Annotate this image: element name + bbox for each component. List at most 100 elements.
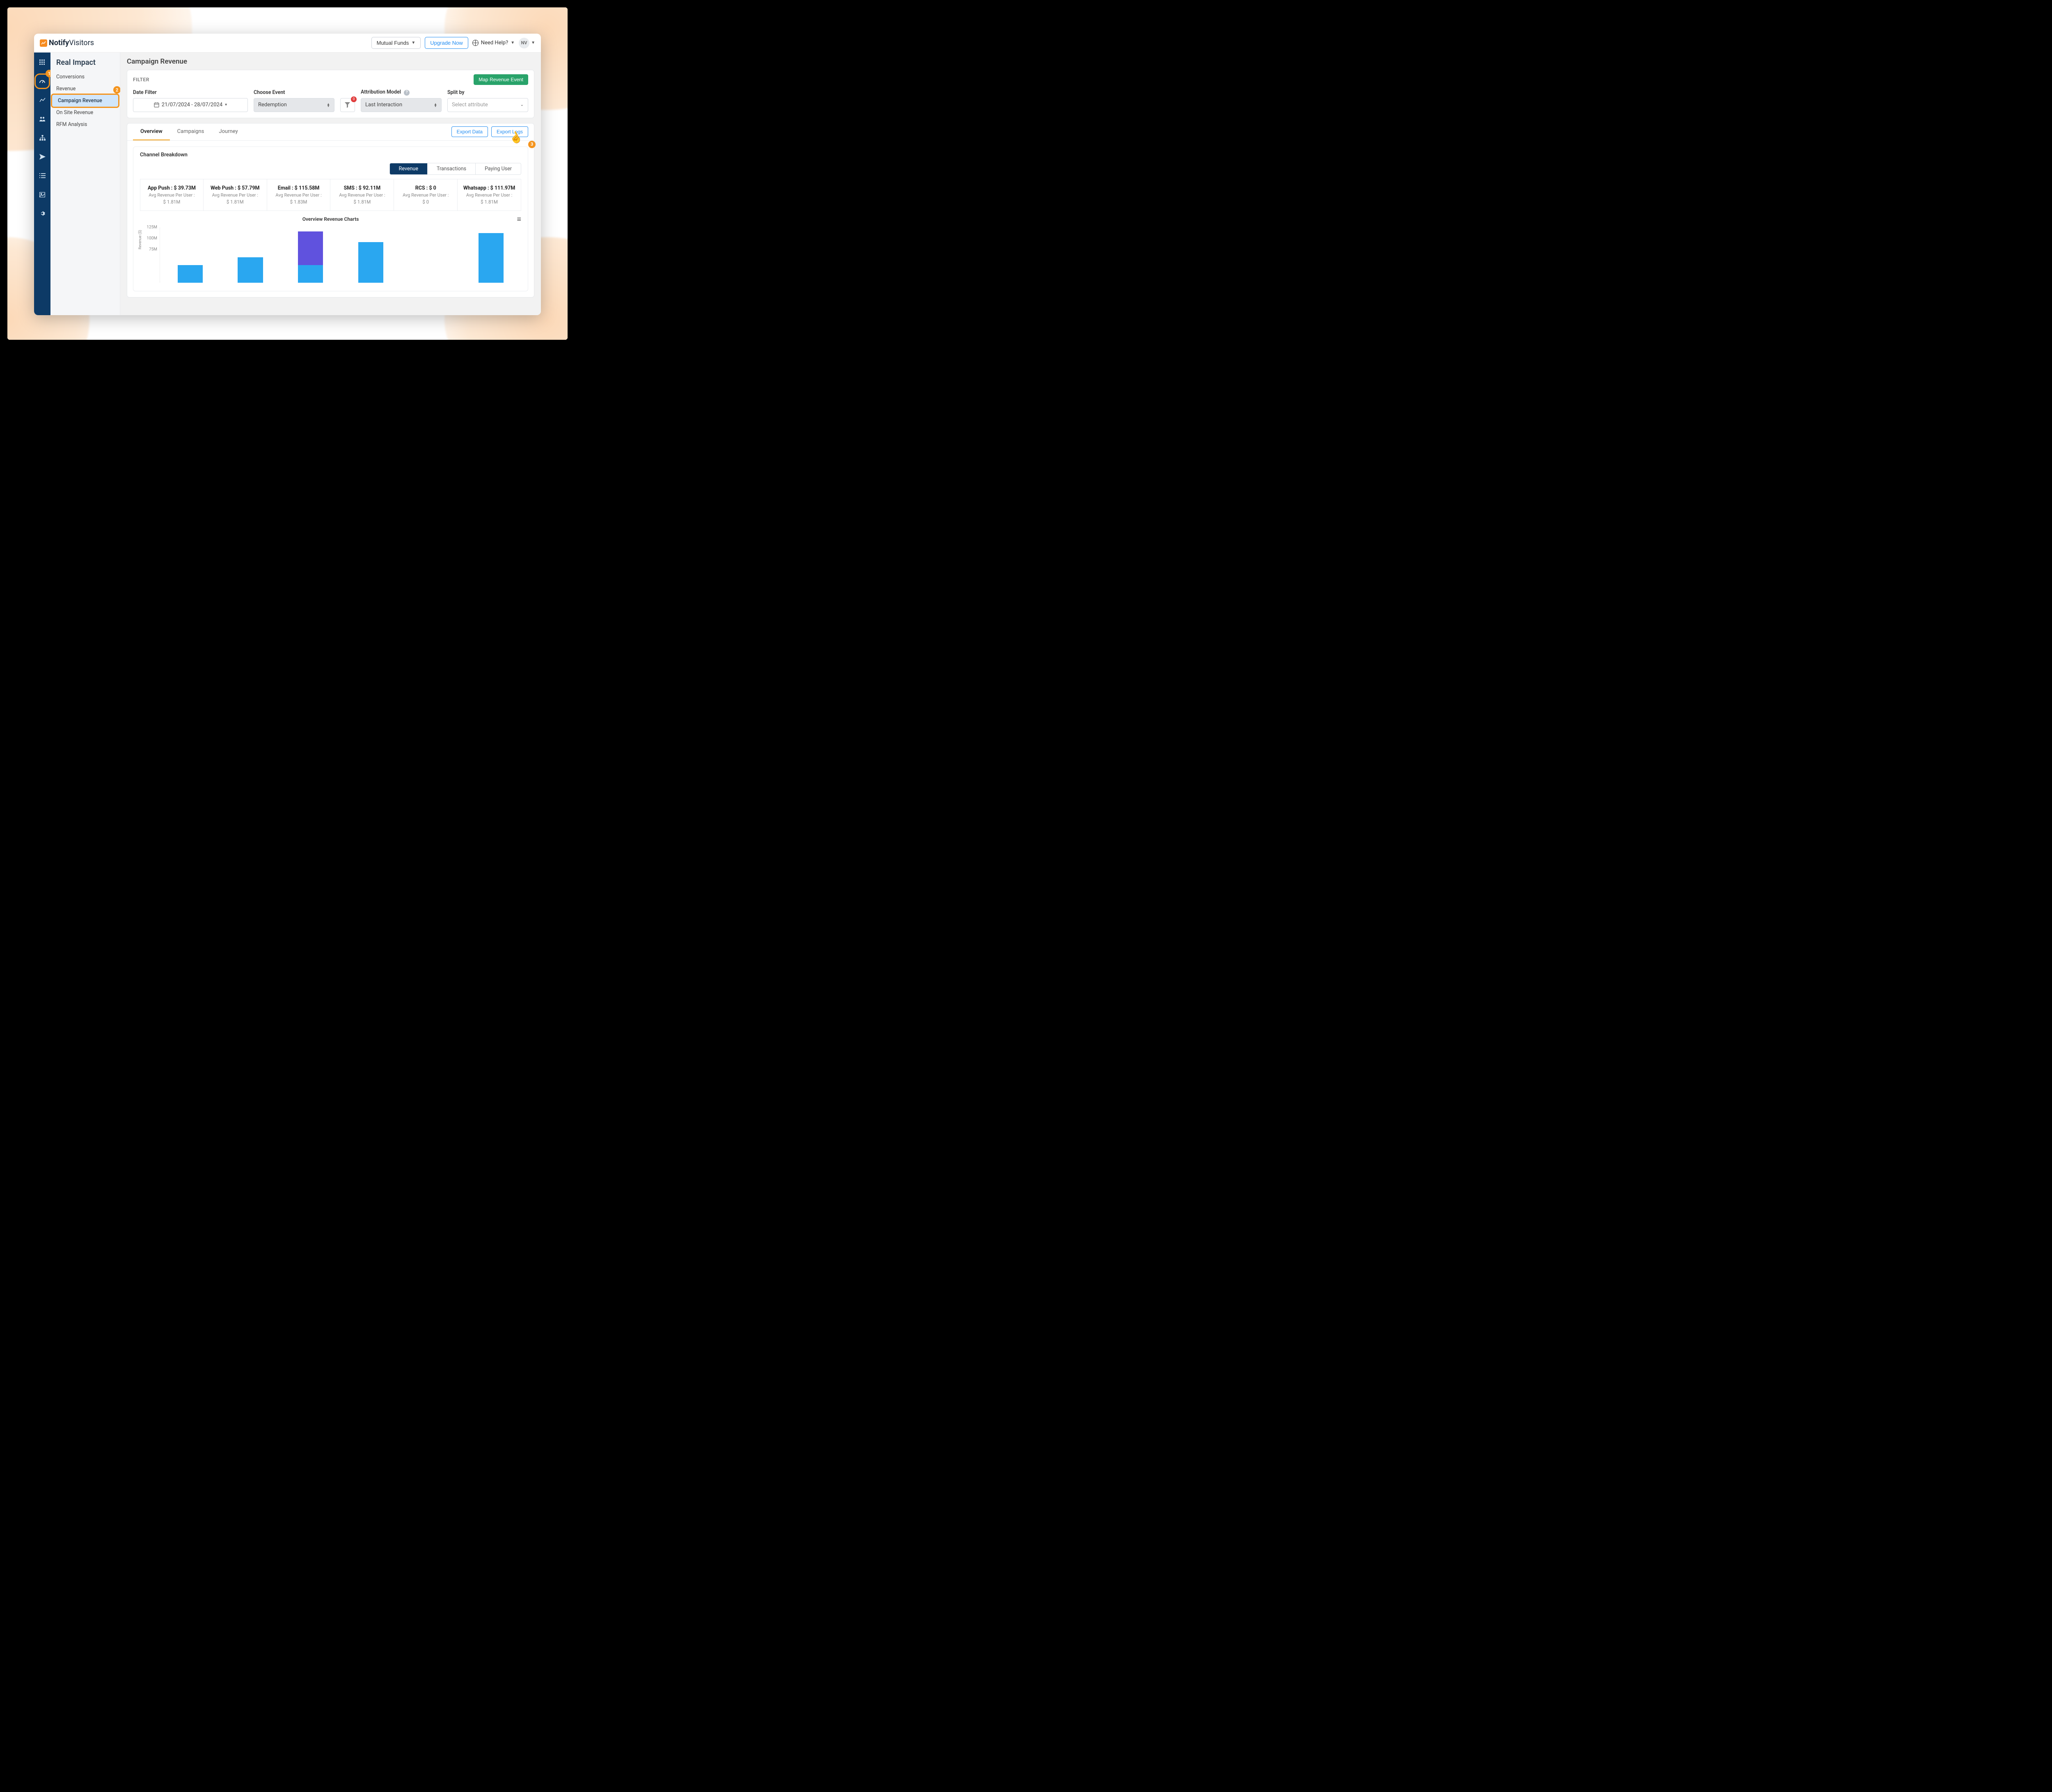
bar-whatsapp [479,233,504,283]
sidebar-title: Real Impact [50,57,120,71]
help-button[interactable]: Need Help? ▼ [472,40,515,46]
choose-event-select[interactable]: Redemption ▲▼ [254,98,334,112]
logo-icon [40,39,47,47]
stat-title: App Push : $ 39.73M [144,185,200,192]
help-icon[interactable]: ? [404,90,410,96]
sidebar-item-campaign-revenue[interactable]: Campaign Revenue [52,95,118,107]
tabs-card: Overview Campaigns Journey Export Data E… [127,123,534,298]
attribution-value: Last Interaction [365,102,402,108]
chart-title: Overview Revenue Charts [302,216,359,222]
tab-campaigns[interactable]: Campaigns [170,124,212,140]
calendar-icon [154,102,159,108]
tab-journey[interactable]: Journey [211,124,245,140]
stat-val: $ 1.83M [270,199,327,205]
date-filter-input[interactable]: 21/07/2024 - 28/07/2024 ▾ [133,98,248,112]
stat-sub: Avg Revenue Per User : [461,192,518,198]
callout-3: 3 [528,141,536,148]
stat-email: Email : $ 115.58M Avg Revenue Per User :… [267,179,331,211]
segment-revenue[interactable]: Revenue [390,163,427,174]
brand-bold: Notify [49,39,69,47]
rail-sitemap-icon[interactable] [37,133,47,143]
sidebar-item-rfm[interactable]: RFM Analysis [50,119,120,130]
segment-transactions[interactable]: Transactions [427,163,475,174]
segmented-control: Revenue Transactions Paying User [389,163,521,175]
stat-title: SMS : $ 92.11M [334,185,390,192]
filter-label: FILTER [133,77,149,82]
stat-grid: App Push : $ 39.73M Avg Revenue Per User… [140,179,521,211]
stat-title: RCS : $ 0 [397,185,454,192]
rail-settings-icon[interactable] [37,208,47,218]
caret-down-icon: ▾ [225,103,227,107]
split-by-label: Split by [447,89,528,96]
date-value: 21/07/2024 - 28/07/2024 [162,102,222,108]
attribution-model-label: Attribution Model ? [361,89,442,96]
account-selector-label: Mutual Funds [377,40,409,46]
brand-logo[interactable]: NotifyVisitors [40,39,94,47]
rail-users-icon[interactable] [37,114,47,124]
icon-rail: 1 [34,53,50,315]
rail-image-icon[interactable] [37,190,47,199]
rail-list-icon[interactable] [37,171,47,181]
split-placeholder: Select attribute [452,102,488,108]
rail-analytics-icon[interactable] [37,95,47,105]
stat-web-push: Web Push : $ 57.79M Avg Revenue Per User… [203,179,267,211]
sidebar: Real Impact Conversions Revenue Campaign… [50,53,120,315]
sort-arrows-icon: ▲▼ [434,103,437,107]
funnel-badge: 0 [351,96,357,102]
channel-breakdown-card: Channel Breakdown Revenue Transactions P… [133,146,528,292]
stat-val: $ 1.81M [334,199,390,205]
chevron-down-icon: ▼ [531,41,535,45]
y-tick: 100M [147,236,157,241]
tab-overview[interactable]: Overview [133,124,170,140]
sidebar-item-revenue[interactable]: Revenue [50,83,120,95]
rail-apps-icon[interactable] [37,57,47,67]
stat-app-push: App Push : $ 39.73M Avg Revenue Per User… [140,179,204,211]
stat-val: $ 1.81M [144,199,200,205]
page-title: Campaign Revenue [127,57,534,66]
sort-arrows-icon: ▲▼ [327,103,330,107]
sidebar-item-onsite-revenue[interactable]: On Site Revenue [50,107,120,119]
stat-title: Whatsapp : $ 111.97M [461,185,518,192]
stat-sub: Avg Revenue Per User : [334,192,390,198]
stat-sub: Avg Revenue Per User : [397,192,454,198]
segment-paying-user[interactable]: Paying User [475,163,521,174]
date-filter-label: Date Filter [133,89,248,96]
sidebar-item-conversions[interactable]: Conversions [50,71,120,83]
account-selector[interactable]: Mutual Funds ▼ [371,37,421,49]
bar-sms [358,242,384,283]
bar-app-push [178,265,203,283]
main-content: Campaign Revenue FILTER Map Revenue Even… [120,53,541,315]
bar-web-push [238,257,263,283]
brand-light: Visitors [69,39,94,47]
y-axis-label: Revenue ($) [138,230,142,249]
channel-breakdown-title: Channel Breakdown [133,147,528,163]
map-revenue-event-button[interactable]: Map Revenue Event [474,74,528,85]
help-label: Need Help? [481,40,508,46]
stat-title: Email : $ 115.58M [270,185,327,192]
filter-card: FILTER Map Revenue Event Date Filter 21/… [127,70,534,118]
globe-icon [472,40,479,46]
stat-sms: SMS : $ 92.11M Avg Revenue Per User : $ … [330,179,394,211]
avatar[interactable]: NV [519,38,529,48]
stat-sub: Avg Revenue Per User : [144,192,200,198]
upgrade-button[interactable]: Upgrade Now [425,37,468,49]
stat-sub: Avg Revenue Per User : [270,192,327,198]
split-by-select[interactable]: Select attribute ⌄ [447,98,528,112]
chevron-down-icon: ⌄ [520,103,524,107]
stat-sub: Avg Revenue Per User : [207,192,263,198]
chart-plot: Revenue ($) 125M100M75M [140,227,521,283]
chevron-down-icon: ▼ [411,41,415,45]
funnel-icon [344,102,350,108]
chart-menu-icon[interactable]: ≡ [517,215,521,224]
attribution-model-select[interactable]: Last Interaction ▲▼ [361,98,442,112]
export-data-button[interactable]: Export Data [451,126,488,137]
rail-dashboard-icon[interactable] [37,76,47,86]
chart-area: Overview Revenue Charts ≡ Revenue ($) 12… [133,215,528,291]
upgrade-label: Upgrade Now [430,40,463,46]
event-value: Redemption [258,102,287,108]
y-tick: 125M [147,225,157,230]
chevron-down-icon: ▼ [511,41,515,45]
stat-whatsapp: Whatsapp : $ 111.97M Avg Revenue Per Use… [457,179,521,211]
rail-send-icon[interactable] [37,152,47,162]
filter-funnel-button[interactable]: 0 [340,98,355,112]
